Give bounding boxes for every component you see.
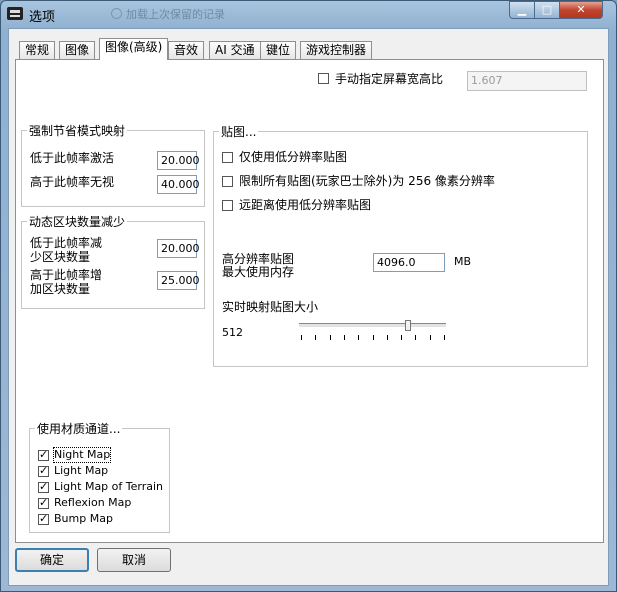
- lod-activate-field[interactable]: 20.000: [157, 151, 200, 170]
- dynamic-blocks-group-title: 动态区块数量减少: [27, 213, 128, 230]
- bump-map-checkbox[interactable]: [38, 512, 49, 525]
- lod-group: 强制节省模式映射 低于此帧率激活 20.000 高于此帧率无视 40.000: [21, 122, 205, 207]
- slider-tick: [430, 335, 431, 340]
- light-map-terrain-label: Light Map of Terrain: [54, 480, 163, 493]
- slider-tick: [387, 335, 388, 340]
- low-res-textures-label: 仅使用低分辨率贴图: [239, 150, 348, 164]
- textures-group-title: 贴图...: [219, 123, 259, 140]
- blocks-reduce-field[interactable]: 20.000: [157, 239, 200, 258]
- maximize-icon: □: [541, 3, 553, 16]
- background-window-title: 加载上次保留的记录: [126, 8, 225, 21]
- minimize-button[interactable]: ▁: [509, 1, 535, 19]
- limit-256-label: 限制所有贴图(玩家巴士除外)为 256 像素分辨率: [239, 174, 495, 188]
- lod-activate-label: 低于此帧率激活: [30, 151, 115, 165]
- material-channels-group-title: 使用材质通道...: [35, 420, 123, 437]
- app-icon: [7, 7, 23, 20]
- blocks-increase-label-line1: 高于此帧率增: [30, 268, 103, 282]
- slider-tick: [358, 335, 359, 340]
- slider-tick: [315, 335, 316, 340]
- aspect-ratio-checkbox[interactable]: [318, 73, 329, 84]
- distant-low-res-label: 远距离使用低分辨率贴图: [239, 198, 372, 212]
- tab-graphics-advanced[interactable]: 图像(高级): [99, 38, 169, 60]
- slider-tick: [373, 335, 374, 340]
- tab-sound[interactable]: 音效: [168, 41, 205, 59]
- blocks-increase-label-line2: 加区块数量: [30, 282, 91, 296]
- minimize-icon: ▁: [517, 3, 527, 16]
- material-channels-group: 使用材质通道... Night Map Light Map Light Map …: [29, 420, 170, 533]
- limit-256-checkbox[interactable]: [222, 176, 233, 187]
- bump-map-label: Bump Map: [54, 512, 113, 525]
- reflexion-map-checkbox[interactable]: [38, 496, 49, 509]
- lod-group-title: 强制节省模式映射: [27, 122, 128, 139]
- cancel-button[interactable]: 取消: [97, 548, 171, 572]
- aspect-ratio-label: 手动指定屏幕宽高比: [335, 72, 444, 86]
- realtime-texture-size-slider[interactable]: [299, 320, 449, 344]
- blocks-increase-field[interactable]: 25.000: [157, 271, 200, 290]
- blocks-reduce-label-line2: 少区块数量: [30, 250, 91, 264]
- night-map-checkbox[interactable]: [38, 448, 49, 461]
- tab-graphics[interactable]: 图像: [59, 41, 96, 59]
- slider-tick: [401, 335, 402, 340]
- window-title: 选项: [29, 10, 56, 25]
- dynamic-blocks-group: 动态区块数量减少 低于此帧率减 少区块数量 20.000 高于此帧率增 加区块数…: [21, 213, 205, 309]
- blocks-reduce-label-line1: 低于此帧率减: [30, 236, 103, 250]
- ok-button[interactable]: 确定: [15, 548, 89, 572]
- options-window: 选项 加载上次保留的记录 ▁ □ ✕ 常规 图像 图像(高级) 音效 AI 交通…: [0, 0, 617, 592]
- close-icon: ✕: [576, 3, 586, 16]
- low-res-textures-checkbox[interactable]: [222, 152, 233, 163]
- realtime-texture-size-value: 512: [222, 326, 243, 339]
- texture-memory-field[interactable]: 4096.0: [373, 253, 445, 272]
- aspect-ratio-field[interactable]: 1.607: [467, 71, 587, 91]
- slider-tick: [444, 335, 445, 340]
- maximize-button[interactable]: □: [534, 1, 560, 19]
- slider-tick: [415, 335, 416, 340]
- textures-group: 贴图... 仅使用低分辨率贴图 限制所有贴图(玩家巴士除外)为 256 像素分辨…: [213, 123, 588, 367]
- dialog-client-area: 常规 图像 图像(高级) 音效 AI 交通 键位 游戏控制器 手动指定屏幕宽高比…: [8, 28, 609, 586]
- lod-ignore-label: 高于此帧率无视: [30, 175, 115, 189]
- slider-tick: [344, 335, 345, 340]
- slider-track: [299, 323, 446, 328]
- light-map-label: Light Map: [54, 464, 109, 477]
- background-window-icon: [111, 8, 122, 19]
- tab-game-controller[interactable]: 游戏控制器: [300, 41, 373, 59]
- night-map-label: Night Map: [52, 447, 112, 463]
- tab-keys[interactable]: 键位: [260, 41, 297, 59]
- tab-panel-graphics-advanced: 手动指定屏幕宽高比 1.607 强制节省模式映射 低于此帧率激活 20.000 …: [15, 59, 604, 543]
- close-button[interactable]: ✕: [559, 1, 603, 19]
- distant-low-res-checkbox[interactable]: [222, 200, 233, 211]
- lod-ignore-field[interactable]: 40.000: [157, 175, 200, 194]
- title-bar[interactable]: 选项 加载上次保留的记录 ▁ □ ✕: [1, 1, 616, 27]
- texture-memory-label-line2: 最大使用内存: [222, 265, 295, 279]
- light-map-checkbox[interactable]: [38, 464, 49, 477]
- slider-tick: [330, 335, 331, 340]
- slider-tick: [301, 335, 302, 340]
- slider-thumb[interactable]: [405, 320, 411, 331]
- light-map-terrain-checkbox[interactable]: [38, 480, 49, 493]
- tab-general[interactable]: 常规: [19, 41, 56, 59]
- realtime-texture-size-label: 实时映射贴图大小: [222, 300, 319, 314]
- tab-ai-traffic[interactable]: AI 交通: [209, 41, 261, 59]
- reflexion-map-label: Reflexion Map: [54, 496, 132, 509]
- texture-memory-unit: MB: [454, 255, 472, 268]
- texture-memory-label-line1: 高分辨率贴图: [222, 252, 295, 266]
